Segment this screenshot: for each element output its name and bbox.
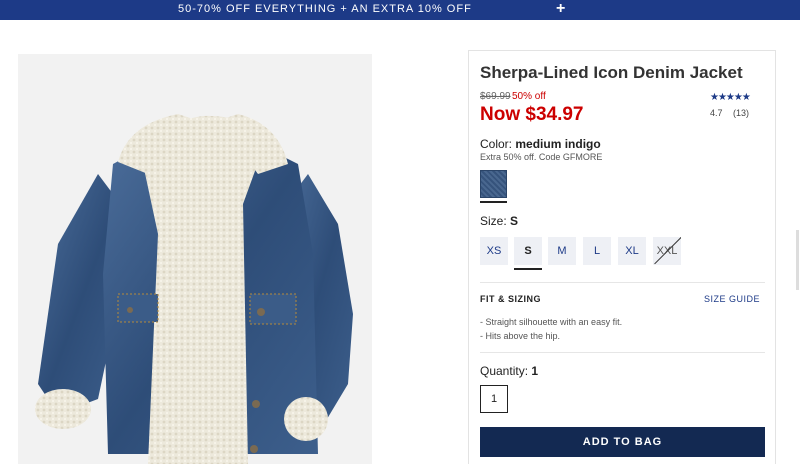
color-value: medium indigo: [515, 137, 601, 151]
product-rating[interactable]: ★★★★★: [710, 87, 751, 105]
fit-sizing-heading: FIT & SIZING: [480, 294, 541, 304]
quantity-label-text: Quantity:: [480, 364, 529, 378]
size-option-s[interactable]: S: [514, 237, 542, 265]
selected-swatch-indicator: [480, 201, 507, 203]
color-selection: Color: medium indigo: [480, 137, 601, 151]
review-count: (13): [733, 108, 750, 118]
scrollbar[interactable]: [796, 230, 799, 290]
size-value: S: [510, 214, 519, 228]
size-option-l[interactable]: L: [583, 237, 611, 265]
color-label: Color:: [480, 137, 513, 151]
rating-score: 4.7: [710, 108, 723, 118]
color-promo-note: Extra 50% off. Code GFMORE: [480, 152, 603, 162]
quantity-label: Quantity: 1: [480, 364, 538, 378]
divider: [480, 352, 765, 353]
star-rating-icon: ★★★★★: [710, 92, 751, 103]
promo-bar: 50-70% OFF EVERYTHING + AN EXTRA 10% OFF…: [0, 0, 800, 20]
size-label: Size:: [480, 214, 507, 228]
size-option-xs[interactable]: XS: [480, 237, 508, 265]
divider: [480, 282, 765, 283]
quantity-selector[interactable]: 1: [480, 385, 508, 413]
size-selection: Size: S: [480, 214, 518, 228]
fit-detail-item: - Straight silhouette with an easy fit.: [480, 317, 623, 327]
size-option-m[interactable]: M: [548, 237, 576, 265]
rating-summary[interactable]: 4.7 (13): [710, 108, 749, 118]
add-to-bag-button[interactable]: ADD TO BAG: [480, 427, 765, 457]
color-swatch-medium-indigo[interactable]: [480, 170, 507, 198]
selected-size-indicator: [514, 268, 542, 270]
fit-details-list: - Straight silhouette with an easy fit. …: [480, 315, 622, 343]
fit-detail-item: - Hits above the hip.: [480, 331, 561, 341]
product-image[interactable]: [18, 54, 372, 464]
size-option-xl[interactable]: XL: [618, 237, 646, 265]
size-guide-link[interactable]: SIZE GUIDE: [704, 294, 760, 304]
promo-text[interactable]: 50-70% OFF EVERYTHING + AN EXTRA 10% OFF: [178, 3, 472, 15]
original-price: $69.99: [480, 91, 511, 102]
promo-expand-icon[interactable]: +: [556, 1, 565, 17]
denim-jacket-image: [35, 114, 353, 464]
size-option-xxl[interactable]: XXL: [653, 237, 681, 265]
quantity-label-value: 1: [531, 364, 539, 378]
sale-price: Now $34.97: [480, 104, 584, 125]
discount-label: 50% off: [512, 91, 546, 102]
product-title: Sherpa-Lined Icon Denim Jacket: [480, 63, 743, 82]
